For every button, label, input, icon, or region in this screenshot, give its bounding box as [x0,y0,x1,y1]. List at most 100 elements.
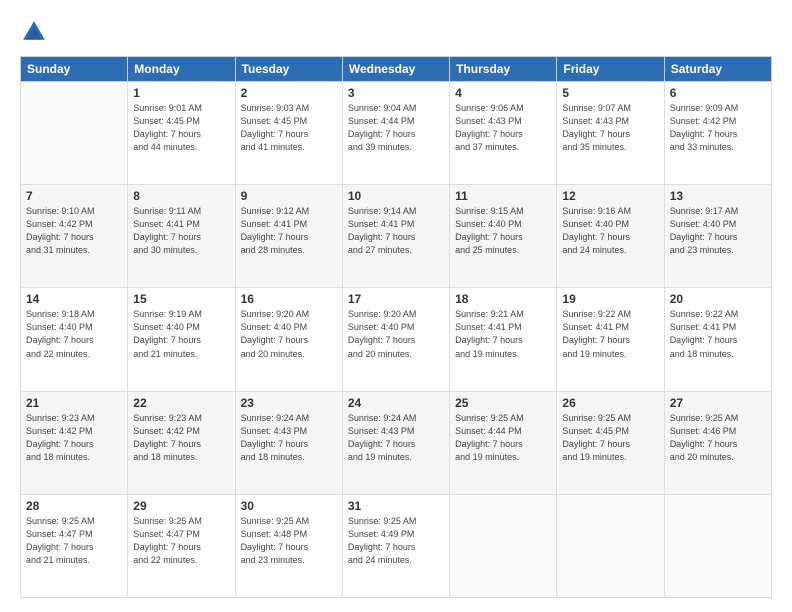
day-number: 27 [670,396,766,410]
day-number: 13 [670,189,766,203]
day-cell [450,494,557,597]
col-header-sunday: Sunday [21,57,128,82]
day-info: Sunrise: 9:03 AM Sunset: 4:45 PM Dayligh… [241,102,337,154]
day-cell: 28Sunrise: 9:25 AM Sunset: 4:47 PM Dayli… [21,494,128,597]
day-number: 15 [133,292,229,306]
day-cell: 13 Sunrise: 9:17 AM Sunset: 4:40 PM Dayli… [664,185,771,288]
day-number: 10 [348,189,444,203]
day-number: 21 [26,396,122,410]
day-cell: 24 Sunrise: 9:24 AM Sunset: 4:43 PM Dayli… [342,391,449,494]
day-cell: 22 Sunrise: 9:23 AM Sunset: 4:42 PM Dayli… [128,391,235,494]
day-cell: 26 Sunrise: 9:25 AM Sunset: 4:45 PM Dayli… [557,391,664,494]
day-cell: 19 Sunrise: 9:22 AM Sunset: 4:41 PM Dayli… [557,288,664,391]
week-row-3: 14Sunrise: 9:18 AM Sunset: 4:40 PM Dayli… [21,288,772,391]
day-info: Sunrise: 9:23 AM Sunset: 4:42 PM Dayligh… [133,412,229,464]
day-info: Sunrise: 9:24 AM Sunset: 4:43 PM Dayligh… [241,412,337,464]
day-number: 18 [455,292,551,306]
day-info: Sunrise: 9:10 AM Sunset: 4:42 PM Dayligh… [26,205,122,257]
day-cell: 7Sunrise: 9:10 AM Sunset: 4:42 PM Daylig… [21,185,128,288]
day-cell: 6Sunrise: 9:09 AM Sunset: 4:42 PM Daylig… [664,82,771,185]
day-info: Sunrise: 9:23 AM Sunset: 4:42 PM Dayligh… [26,412,122,464]
day-cell: 2 Sunrise: 9:03 AM Sunset: 4:45 PM Daylig… [235,82,342,185]
day-info: Sunrise: 9:14 AM Sunset: 4:41 PM Dayligh… [348,205,444,257]
day-cell: 12 Sunrise: 9:16 AM Sunset: 4:40 PM Dayli… [557,185,664,288]
day-number: 29 [133,499,229,513]
day-cell: 15 Sunrise: 9:19 AM Sunset: 4:40 PM Dayli… [128,288,235,391]
day-info: Sunrise: 9:22 AM Sunset: 4:41 PM Dayligh… [670,308,766,360]
day-number: 16 [241,292,337,306]
day-number: 30 [241,499,337,513]
day-cell: 11 Sunrise: 9:15 AM Sunset: 4:40 PM Dayli… [450,185,557,288]
col-header-saturday: Saturday [664,57,771,82]
day-number: 11 [455,189,551,203]
day-info: Sunrise: 9:20 AM Sunset: 4:40 PM Dayligh… [348,308,444,360]
day-cell: 16 Sunrise: 9:20 AM Sunset: 4:40 PM Dayli… [235,288,342,391]
day-number: 20 [670,292,766,306]
day-number: 25 [455,396,551,410]
day-number: 19 [562,292,658,306]
day-number: 22 [133,396,229,410]
day-cell: 25 Sunrise: 9:25 AM Sunset: 4:44 PM Dayli… [450,391,557,494]
day-number: 4 [455,86,551,100]
day-info: Sunrise: 9:17 AM Sunset: 4:40 PM Dayligh… [670,205,766,257]
day-number: 14 [26,292,122,306]
day-number: 1 [133,86,229,100]
day-cell: 5 Sunrise: 9:07 AM Sunset: 4:43 PM Daylig… [557,82,664,185]
day-info: Sunrise: 9:22 AM Sunset: 4:41 PM Dayligh… [562,308,658,360]
day-info: Sunrise: 9:15 AM Sunset: 4:40 PM Dayligh… [455,205,551,257]
day-cell: 29 Sunrise: 9:25 AM Sunset: 4:47 PM Dayli… [128,494,235,597]
page: SundayMondayTuesdayWednesdayThursdayFrid… [0,0,792,612]
col-header-friday: Friday [557,57,664,82]
day-cell: 23 Sunrise: 9:24 AM Sunset: 4:43 PM Dayli… [235,391,342,494]
day-cell: 30 Sunrise: 9:25 AM Sunset: 4:48 PM Dayli… [235,494,342,597]
day-number: 17 [348,292,444,306]
day-info: Sunrise: 9:20 AM Sunset: 4:40 PM Dayligh… [241,308,337,360]
day-cell: 31Sunrise: 9:25 AM Sunset: 4:49 PM Dayli… [342,494,449,597]
day-number: 3 [348,86,444,100]
day-cell: 27Sunrise: 9:25 AM Sunset: 4:46 PM Dayli… [664,391,771,494]
day-number: 24 [348,396,444,410]
day-number: 28 [26,499,122,513]
day-number: 6 [670,86,766,100]
week-row-4: 21 Sunrise: 9:23 AM Sunset: 4:42 PM Dayli… [21,391,772,494]
week-row-5: 28 Sunrise: 9:25 AM Sunset: 4:47 PM Dayli… [21,494,772,597]
day-cell [664,494,771,597]
col-header-thursday: Thursday [450,57,557,82]
logo-icon [20,18,48,46]
day-info: Sunrise: 9:16 AM Sunset: 4:40 PM Dayligh… [562,205,658,257]
day-cell [557,494,664,597]
day-info: Sunrise: 9:11 AM Sunset: 4:41 PM Dayligh… [133,205,229,257]
day-number: 12 [562,189,658,203]
day-info: Sunrise: 9:19 AM Sunset: 4:40 PM Dayligh… [133,308,229,360]
day-cell: 17 Sunrise: 9:20 AM Sunset: 4:40 PM Dayli… [342,288,449,391]
logo [20,18,52,46]
week-row-2: 7Sunrise: 9:10 AM Sunset: 4:42 PM Daylig… [21,185,772,288]
day-cell [21,82,128,185]
day-number: 5 [562,86,658,100]
day-cell: 20 Sunrise: 9:22 AM Sunset: 4:41 PM Dayli… [664,288,771,391]
day-number: 2 [241,86,337,100]
day-cell: 9 Sunrise: 9:12 AM Sunset: 4:41 PM Daylig… [235,185,342,288]
day-info: Sunrise: 9:07 AM Sunset: 4:43 PM Dayligh… [562,102,658,154]
day-number: 9 [241,189,337,203]
day-cell: 18 Sunrise: 9:21 AM Sunset: 4:41 PM Dayli… [450,288,557,391]
day-info: Sunrise: 9:21 AM Sunset: 4:41 PM Dayligh… [455,308,551,360]
day-info: Sunrise: 9:25 AM Sunset: 4:47 PM Dayligh… [133,515,229,567]
day-info: Sunrise: 9:25 AM Sunset: 4:45 PM Dayligh… [562,412,658,464]
calendar-table: SundayMondayTuesdayWednesdayThursdayFrid… [20,56,772,598]
day-number: 23 [241,396,337,410]
col-header-tuesday: Tuesday [235,57,342,82]
day-number: 26 [562,396,658,410]
col-header-monday: Monday [128,57,235,82]
day-info: Sunrise: 9:25 AM Sunset: 4:44 PM Dayligh… [455,412,551,464]
day-info: Sunrise: 9:01 AM Sunset: 4:45 PM Dayligh… [133,102,229,154]
day-cell: 10 Sunrise: 9:14 AM Sunset: 4:41 PM Dayli… [342,185,449,288]
header [20,18,772,46]
day-info: Sunrise: 9:24 AM Sunset: 4:43 PM Dayligh… [348,412,444,464]
day-info: Sunrise: 9:12 AM Sunset: 4:41 PM Dayligh… [241,205,337,257]
col-header-wednesday: Wednesday [342,57,449,82]
day-info: Sunrise: 9:06 AM Sunset: 4:43 PM Dayligh… [455,102,551,154]
day-number: 8 [133,189,229,203]
day-cell: 21 Sunrise: 9:23 AM Sunset: 4:42 PM Dayli… [21,391,128,494]
day-info: Sunrise: 9:25 AM Sunset: 4:48 PM Dayligh… [241,515,337,567]
